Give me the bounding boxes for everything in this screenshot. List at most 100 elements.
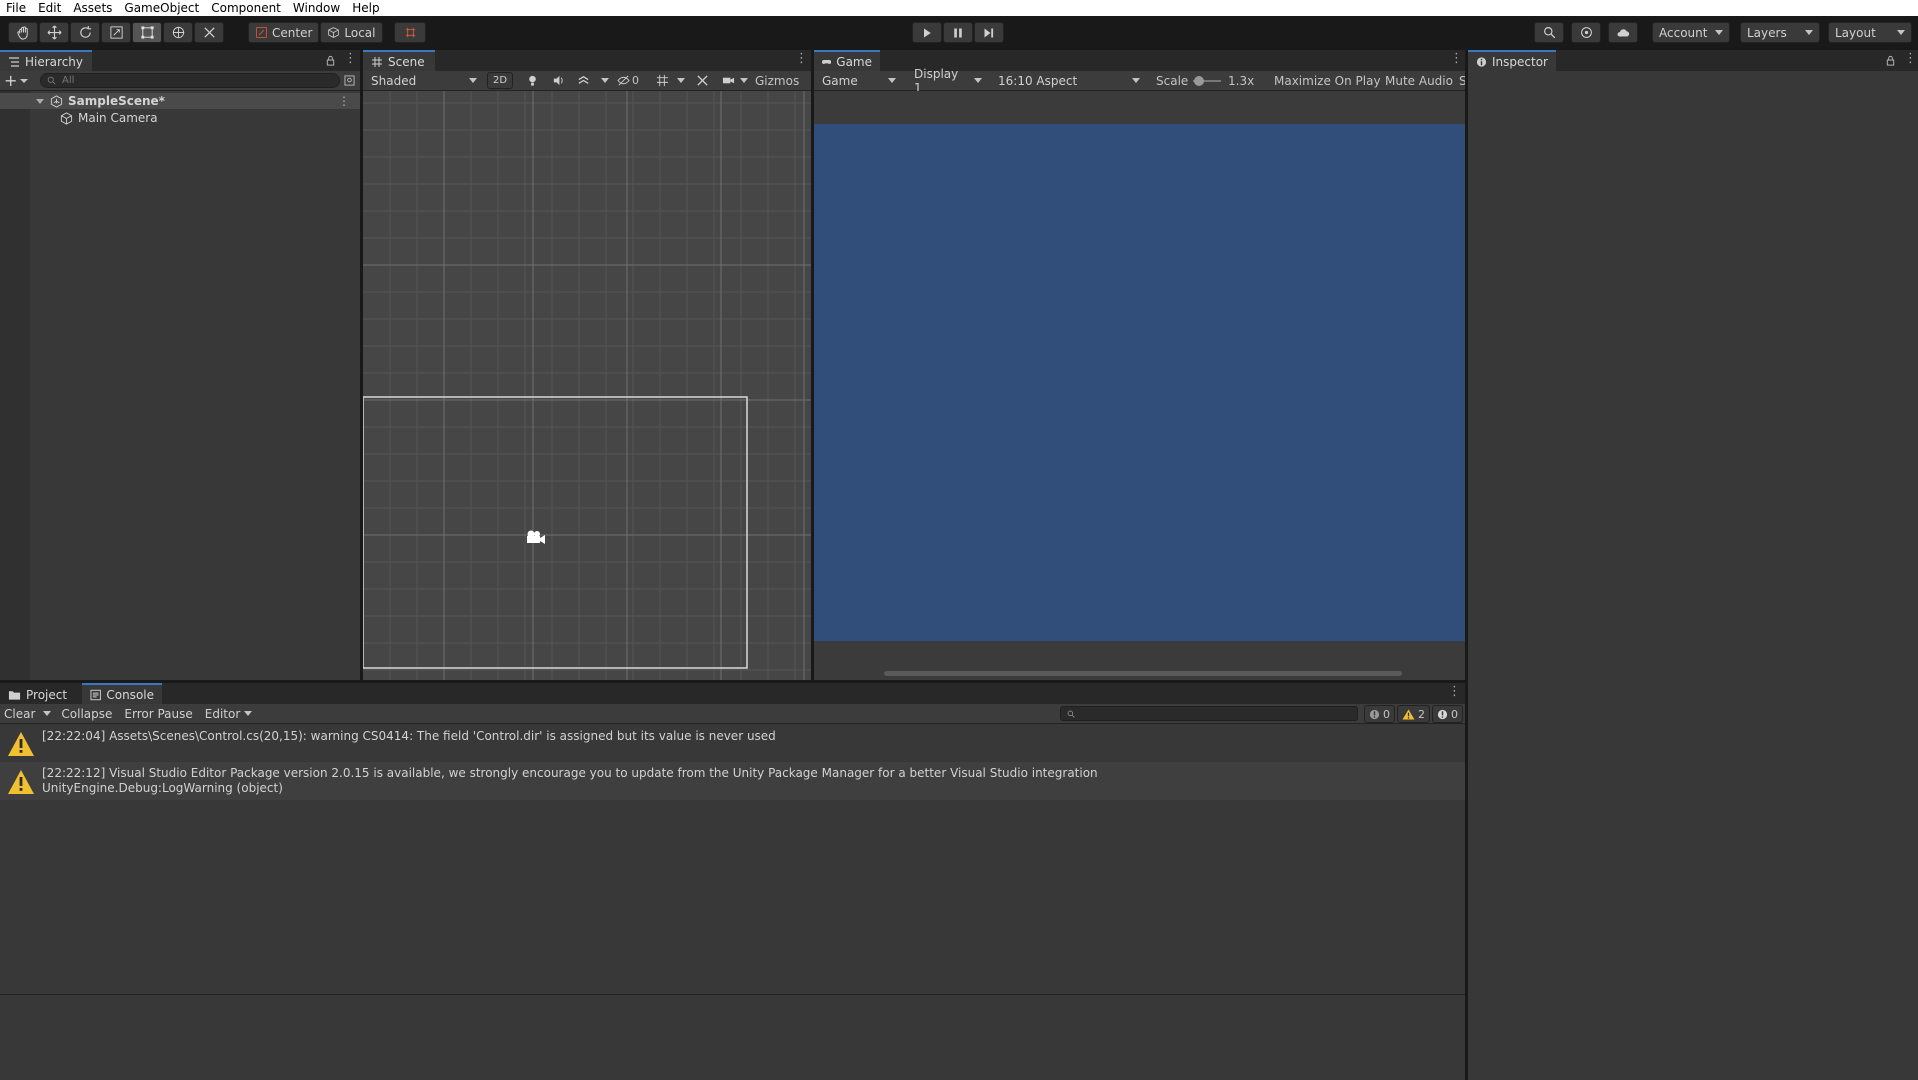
hand-tool-icon bbox=[16, 26, 28, 40]
tab-project[interactable]: Project bbox=[0, 683, 80, 704]
collapse-toggle[interactable]: Collapse bbox=[57, 707, 116, 721]
step-button[interactable] bbox=[974, 22, 1004, 43]
menu-assets[interactable]: Assets bbox=[67, 1, 118, 15]
chevron-down-icon[interactable] bbox=[740, 78, 748, 83]
rotate-tool-button[interactable] bbox=[70, 22, 100, 43]
effects-toggle-icon[interactable] bbox=[577, 74, 590, 87]
menu-window[interactable]: Window bbox=[287, 1, 346, 15]
collab-button[interactable] bbox=[1571, 22, 1601, 43]
project-tab-label: Project bbox=[26, 687, 68, 702]
transform-tool-button[interactable] bbox=[163, 22, 193, 43]
search-scope-icon[interactable] bbox=[344, 75, 355, 86]
audio-toggle-icon[interactable] bbox=[552, 74, 565, 87]
chevron-down-icon bbox=[469, 78, 477, 83]
info-filter-toggle[interactable]: 0 bbox=[1364, 705, 1395, 723]
scene-row[interactable]: SampleScene* ⋮ bbox=[0, 93, 360, 109]
tools-icon[interactable] bbox=[696, 74, 709, 87]
inspector-panel: Inspector ⋮ bbox=[1468, 50, 1918, 1080]
tab-scene[interactable]: Scene bbox=[363, 50, 435, 71]
gizmos-button[interactable]: Gizmos bbox=[755, 72, 799, 89]
chevron-down-icon bbox=[1132, 78, 1140, 83]
pivot-space-toggle[interactable]: Local bbox=[320, 22, 383, 43]
expand-arrow-icon[interactable] bbox=[36, 98, 44, 104]
warning-icon bbox=[1402, 708, 1415, 720]
horizontal-scrollbar[interactable] bbox=[884, 671, 1402, 676]
hidden-objects-toggle[interactable]: 0 bbox=[617, 72, 639, 89]
custom-tool-button[interactable] bbox=[194, 22, 224, 43]
kebab-menu-icon[interactable]: ⋮ bbox=[1904, 52, 1917, 65]
kebab-menu-icon[interactable]: ⋮ bbox=[1448, 685, 1461, 698]
pivot-center-toggle[interactable]: Center bbox=[248, 22, 320, 43]
editor-dropdown[interactable]: Editor bbox=[201, 707, 253, 721]
tab-hierarchy[interactable]: Hierarchy bbox=[0, 50, 92, 71]
console-entry-message: [22:22:12] Visual Studio Editor Package … bbox=[42, 766, 1098, 780]
hand-tool-button[interactable] bbox=[8, 22, 38, 43]
shading-label: Shaded bbox=[371, 73, 417, 88]
display-dropdown[interactable]: Display 1 bbox=[908, 67, 988, 95]
warning-filter-toggle[interactable]: 2 bbox=[1397, 705, 1430, 723]
kebab-menu-icon[interactable]: ⋮ bbox=[1450, 52, 1463, 65]
shading-mode-dropdown[interactable]: Shaded bbox=[365, 71, 483, 90]
menu-edit[interactable]: Edit bbox=[32, 1, 67, 15]
eye-slash-icon bbox=[617, 75, 630, 86]
hierarchy-item[interactable]: Main Camera bbox=[0, 110, 158, 126]
aspect-dropdown[interactable]: 16:10 Aspect bbox=[992, 71, 1146, 90]
grid-toggle-icon[interactable] bbox=[656, 74, 669, 87]
pause-button[interactable] bbox=[943, 22, 973, 43]
console-search-input[interactable] bbox=[1060, 706, 1358, 721]
game-viewport[interactable] bbox=[814, 91, 1465, 680]
menu-gameobject[interactable]: GameObject bbox=[118, 1, 205, 15]
inspector-tab-label: Inspector bbox=[1492, 54, 1548, 69]
clear-button[interactable]: Clear bbox=[0, 707, 39, 721]
search-button[interactable] bbox=[1534, 22, 1564, 43]
account-dropdown[interactable]: Account bbox=[1652, 22, 1730, 43]
kebab-menu-icon[interactable]: ⋮ bbox=[795, 52, 808, 65]
hierarchy-search-input[interactable]: All bbox=[40, 73, 340, 88]
menu-file[interactable]: File bbox=[0, 1, 32, 15]
console-entry[interactable]: [22:22:12] Visual Studio Editor Package … bbox=[0, 762, 1465, 800]
scale-tool-button[interactable] bbox=[101, 22, 131, 43]
kebab-menu-icon[interactable]: ⋮ bbox=[338, 94, 350, 108]
game-render-area[interactable] bbox=[814, 124, 1465, 641]
game-view-dropdown[interactable]: Game bbox=[816, 71, 902, 90]
scene-tab-label: Scene bbox=[388, 54, 425, 69]
plus-icon: + bbox=[4, 70, 18, 90]
console-entry-stack: UnityEngine.Debug:LogWarning (object) bbox=[42, 781, 283, 795]
list-icon bbox=[9, 56, 19, 67]
grid-snap-button[interactable] bbox=[394, 22, 426, 43]
chevron-down-icon bbox=[1805, 30, 1813, 35]
scale-slider-thumb[interactable] bbox=[1194, 76, 1204, 86]
console-icon bbox=[90, 689, 101, 700]
tab-console[interactable]: Console bbox=[82, 683, 162, 704]
camera-icon[interactable] bbox=[722, 74, 735, 87]
scene-viewport[interactable] bbox=[363, 91, 811, 680]
chevron-down-icon[interactable] bbox=[601, 78, 609, 83]
layers-label: Layers bbox=[1747, 25, 1787, 40]
mute-audio-toggle[interactable]: Mute Audio bbox=[1385, 74, 1453, 88]
maximize-on-play-toggle[interactable]: Maximize On Play bbox=[1274, 74, 1381, 88]
tab-inspector[interactable]: Inspector bbox=[1468, 50, 1556, 71]
menu-component[interactable]: Component bbox=[205, 1, 287, 15]
chevron-down-icon[interactable] bbox=[677, 78, 685, 83]
camera-gizmo-icon[interactable] bbox=[523, 527, 547, 547]
cloud-button[interactable] bbox=[1608, 22, 1638, 43]
tab-game[interactable]: Game bbox=[814, 50, 880, 71]
layers-dropdown[interactable]: Layers bbox=[1740, 22, 1820, 43]
create-button[interactable]: + bbox=[4, 70, 32, 90]
chevron-down-icon[interactable] bbox=[43, 711, 52, 716]
rect-tool-button[interactable] bbox=[132, 22, 162, 43]
rect-tool-icon bbox=[140, 26, 154, 39]
lock-icon[interactable] bbox=[325, 55, 336, 66]
lighting-toggle-icon[interactable] bbox=[526, 74, 539, 87]
console-tab-label: Console bbox=[106, 687, 154, 702]
error-pause-toggle[interactable]: Error Pause bbox=[120, 707, 196, 721]
lock-icon[interactable] bbox=[1885, 55, 1896, 66]
kebab-menu-icon[interactable]: ⋮ bbox=[344, 52, 357, 65]
menu-help[interactable]: Help bbox=[346, 1, 385, 15]
layout-dropdown[interactable]: Layout bbox=[1828, 22, 1912, 43]
console-entry[interactable]: [22:22:04] Assets\Scenes\Control.cs(20,1… bbox=[0, 725, 1465, 762]
play-button[interactable] bbox=[912, 22, 942, 43]
2d-mode-toggle[interactable]: 2D bbox=[487, 72, 513, 89]
error-filter-toggle[interactable]: 0 bbox=[1432, 705, 1463, 723]
move-tool-button[interactable] bbox=[39, 22, 69, 43]
